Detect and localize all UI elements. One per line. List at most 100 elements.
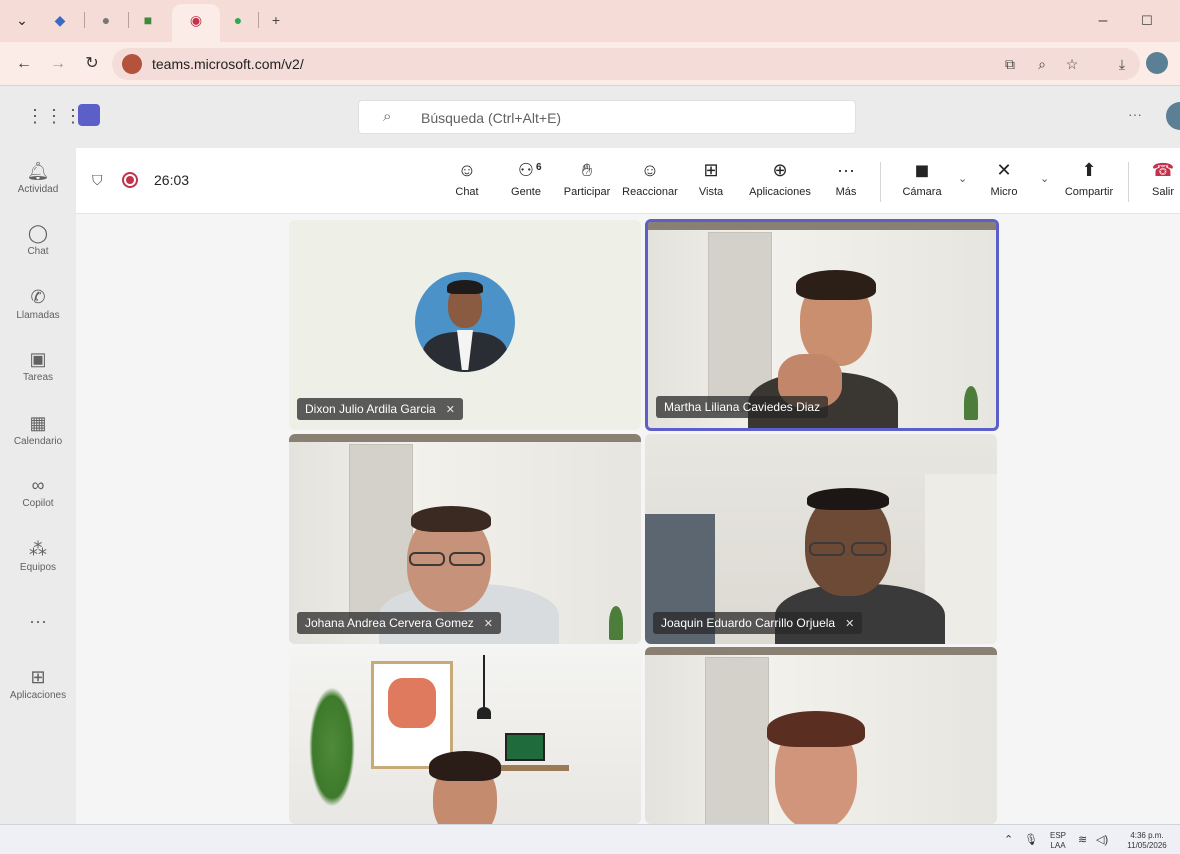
mic-muted-icon: ✕ <box>445 404 455 416</box>
share-icon: ⬆︎ <box>1081 160 1097 180</box>
apps-icon: ⊞ <box>30 667 46 687</box>
rail-item-tasks[interactable]: ▣ Tareas <box>0 348 76 383</box>
ceiling <box>648 222 996 230</box>
chat-icon: ☺ <box>457 160 477 180</box>
teams-header: ⋮⋮⋮ ⌕ Búsqueda (Ctrl+Alt+E) ··· <box>0 86 1180 148</box>
rail-item-activity[interactable]: 🔔︎ Actividad <box>0 160 76 195</box>
participant-name: Johana Andrea Cervera Gomez <box>305 616 474 630</box>
people-label: Gente <box>511 186 541 198</box>
rail-item-calendar[interactable]: ▦ Calendario <box>0 412 76 447</box>
rail-item-label: Actividad <box>17 184 59 195</box>
more-options-icon[interactable]: ··· <box>1128 106 1142 122</box>
app-launcher-icon[interactable]: ⋮⋮⋮ <box>26 106 83 127</box>
rail-item-calls[interactable]: ✆ Llamadas <box>0 286 76 321</box>
language-indicator[interactable]: ESP LAA <box>1050 831 1066 851</box>
wifi-icon[interactable]: ≋ <box>1078 833 1087 846</box>
participant-tile[interactable]: Dixon Julio Ardila Garcia ✕ <box>289 220 641 430</box>
participant-tile[interactable] <box>645 647 997 824</box>
download-icon[interactable]: ⤓ <box>1112 54 1132 74</box>
glasses <box>809 542 845 556</box>
participant-name: Joaquin Eduardo Carrillo Orjuela <box>661 616 836 630</box>
more-button[interactable]: ··· Más <box>830 158 862 198</box>
phone-icon: ✆ <box>30 287 46 307</box>
ceiling <box>289 434 641 442</box>
microphone-tray-icon[interactable]: 🎙︎ <box>1024 833 1038 846</box>
share-button[interactable]: ⬆︎ Compartir <box>1060 158 1118 198</box>
rail-item-teams[interactable]: ⁂ Equipos <box>0 538 76 573</box>
monitor <box>505 733 545 761</box>
rail-item-label: Equipos <box>19 562 57 573</box>
react-button[interactable]: ☺ Reaccionar <box>620 158 680 198</box>
leave-button[interactable]: ☎︎ Salir <box>1148 158 1178 198</box>
participant-tile[interactable]: Johana Andrea Cervera Gomez ✕ <box>289 434 641 644</box>
video-stage: Dixon Julio Ardila Garcia ✕ Martha Lilian… <box>76 214 1180 824</box>
glasses <box>851 542 887 556</box>
bell-icon: 🔔︎ <box>26 161 50 181</box>
reload-icon[interactable]: ↻ <box>82 54 102 74</box>
back-icon[interactable]: ← <box>14 54 34 74</box>
chat-button[interactable]: ☺ Chat <box>452 158 482 198</box>
camera-label: Cámara <box>902 186 942 198</box>
shield-icon[interactable]: ⛉ <box>92 172 103 189</box>
rail-item-label: Tareas <box>22 372 53 383</box>
app-rail: 🔔︎ Actividad ◯ Chat ✆ Llamadas ▣ Tareas … <box>0 148 76 824</box>
wall-poster <box>371 661 453 769</box>
volume-icon[interactable]: ◁) <box>1096 833 1108 846</box>
site-permissions-icon[interactable] <box>122 54 142 74</box>
mic-button[interactable]: ✕︎ Micro <box>986 158 1022 198</box>
person-hair <box>411 506 491 532</box>
maximize-button[interactable]: ☐ <box>1136 10 1158 32</box>
new-tab-button[interactable]: + <box>266 10 286 30</box>
tab-separator <box>128 12 129 28</box>
user-avatar[interactable] <box>1166 102 1180 130</box>
share-label: Compartir <box>1064 186 1114 198</box>
bookmark-star-icon[interactable]: ☆ <box>1062 54 1082 74</box>
minimize-button[interactable]: – <box>1092 10 1114 32</box>
rail-item-label: Chat <box>27 246 49 257</box>
zoom-icon[interactable]: ⌕ <box>1032 54 1052 74</box>
browser-tab-strip: ⌄ ◆ ● ■ ◉ ● + – ☐ <box>0 0 1180 42</box>
participant-tile[interactable]: Joaquin Eduardo Carrillo Orjuela ✕ <box>645 434 997 644</box>
language-bottom: LAA <box>1050 841 1066 850</box>
clock-time: 4:36 p.m. <box>1130 831 1164 840</box>
meeting-timer: 26:03 <box>154 172 190 188</box>
view-button[interactable]: ⊞ Vista <box>696 158 726 198</box>
tab-favicon-3[interactable]: ■ <box>138 10 158 30</box>
raise-hand-button[interactable]: ✋︎ Participar <box>562 158 612 198</box>
rail-item-chat[interactable]: ◯ Chat <box>0 222 76 257</box>
tab-list-chevron-icon[interactable]: ⌄ <box>12 10 32 30</box>
tab-favicon-2[interactable]: ● <box>96 10 116 30</box>
participant-tile[interactable] <box>289 647 641 824</box>
rail-item-copilot[interactable]: ∞ Copilot <box>0 474 76 509</box>
forward-icon[interactable]: → <box>48 54 68 74</box>
grid-view-icon: ⊞ <box>703 160 719 180</box>
view-label: Vista <box>698 186 724 198</box>
tab-favicon-1[interactable]: ◆ <box>50 10 70 30</box>
search-input[interactable]: ⌕ Búsqueda (Ctrl+Alt+E) <box>358 100 856 134</box>
glasses <box>449 552 485 566</box>
mic-options-chevron-icon[interactable]: ⌄ <box>1040 172 1049 185</box>
url-text[interactable]: teams.microsoft.com/v2/ <box>152 56 304 72</box>
rail-item-label: Llamadas <box>16 310 60 321</box>
rail-item-label: Copilot <box>22 498 54 509</box>
active-tab[interactable]: ◉ <box>172 4 220 42</box>
browser-profile-avatar[interactable] <box>1146 52 1168 74</box>
cast-icon[interactable]: ⧉ <box>1000 54 1020 74</box>
participant-tile-active-speaker[interactable]: Martha Liliana Caviedes Diaz <box>645 219 999 431</box>
people-button[interactable]: ⚇ 6 Gente <box>508 158 544 198</box>
tab-favicon-5[interactable]: ● <box>228 10 248 30</box>
mic-muted-icon: ✕ <box>483 618 493 630</box>
rail-item-label: Calendario <box>13 436 63 447</box>
hang-up-icon: ☎︎ <box>1151 160 1175 180</box>
address-bar[interactable]: teams.microsoft.com/v2/ ⧉ ⌕ ☆ ⤓ <box>112 48 1140 80</box>
clock[interactable]: 4:36 p.m. 11/05/2026 <box>1118 831 1176 851</box>
apps-button[interactable]: ⊕ Aplicaciones <box>744 158 816 198</box>
rail-item-apps[interactable]: ⊞ Aplicaciones <box>0 666 76 701</box>
raise-label: Participar <box>563 186 611 198</box>
camera-options-chevron-icon[interactable]: ⌄ <box>958 172 967 185</box>
avatar-hair <box>447 280 483 294</box>
rail-item-more[interactable]: ··· <box>0 610 76 632</box>
participant-nameplate: Johana Andrea Cervera Gomez ✕ <box>297 612 501 634</box>
tray-expand-icon[interactable]: ⌃ <box>1004 833 1013 846</box>
camera-button[interactable]: ◼︎ Cámara <box>900 158 944 198</box>
